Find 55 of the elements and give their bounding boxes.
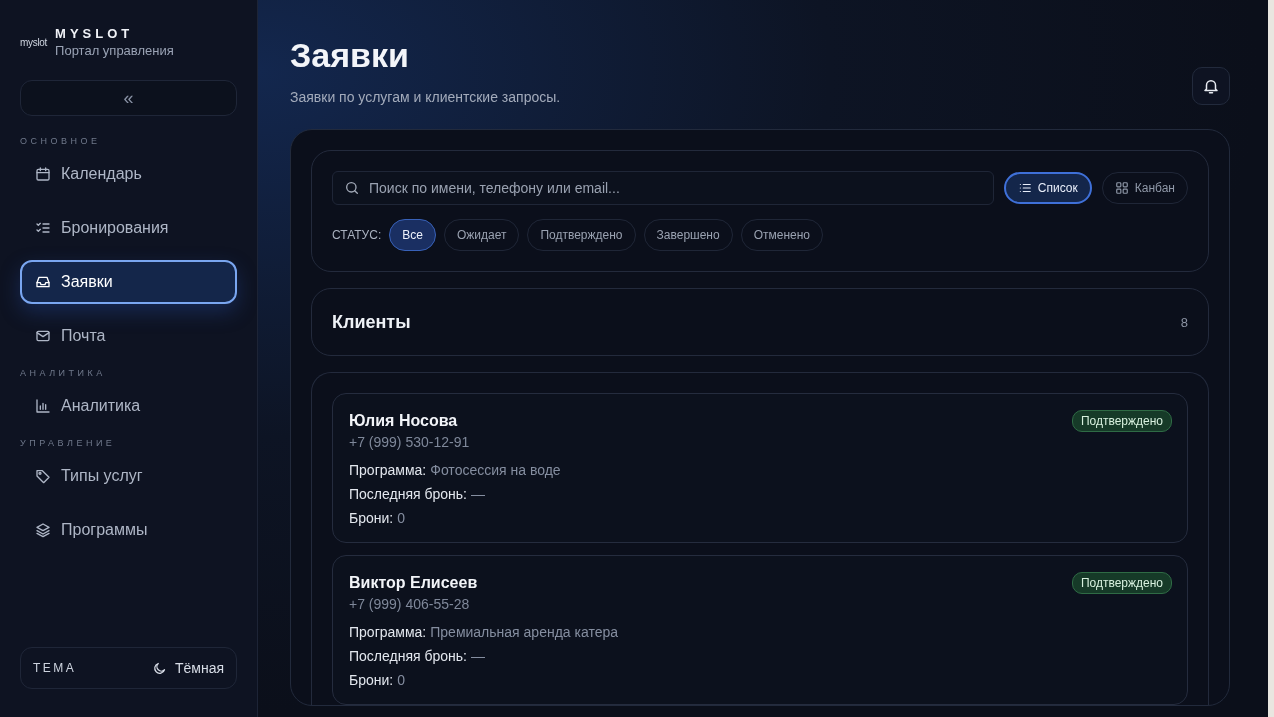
client-name: Виктор Елисеев (349, 574, 478, 592)
nav-item[interactable]: Календарь (20, 152, 237, 196)
nav-item[interactable]: Аналитика (20, 384, 237, 428)
brand-subtitle: Портал управления (55, 43, 174, 58)
calendar-icon (35, 166, 51, 182)
tag-icon (35, 468, 51, 484)
status-chip[interactable]: Все (389, 219, 436, 251)
field-value: 0 (397, 672, 405, 688)
field-value: — (470, 648, 485, 664)
notifications-button[interactable] (1192, 67, 1230, 105)
field-label: Программа: (349, 462, 427, 478)
checklist-icon (35, 220, 51, 236)
client-card[interactable]: Юлия Носова +7 (999) 530-12-91 Программа: Фотосессия на воде Последняя бронь: — Брони: 0 Подтверждено (332, 393, 1188, 543)
nav-item[interactable]: Типы услуг (20, 454, 237, 498)
bell-icon (1202, 77, 1220, 95)
nav-item[interactable]: Заявки (20, 260, 237, 304)
section-heading: ОСНОВНОЕ (20, 136, 102, 146)
field-value: — (470, 486, 485, 502)
grid-icon (1114, 181, 1129, 195)
brand-name: MYSLOT (55, 26, 135, 41)
mail-icon (35, 328, 51, 344)
theme-button[interactable]: ТЕМА Тёмная (20, 647, 237, 689)
bar-chart-icon (35, 398, 51, 414)
field-value: Фотосессия на воде (430, 462, 561, 478)
field-label: Брони: (349, 672, 394, 688)
nav-item[interactable]: Программы (20, 508, 237, 552)
client-name: Юлия Носова (349, 412, 458, 430)
inbox-icon (35, 274, 51, 290)
client-count: 8 (1180, 314, 1188, 330)
client-phone: +7 (999) 406-55-28 (349, 596, 471, 612)
section-heading: УПРАВЛЕНИЕ (20, 438, 117, 448)
field-label: Последняя бронь: (349, 486, 467, 502)
field-value: Премиальная аренда катера (430, 624, 619, 640)
section-heading: АНАЛИТИКА (20, 368, 107, 378)
nav-item[interactable]: Почта (20, 314, 237, 358)
page-title: Заявки (290, 36, 410, 75)
field-value: 0 (397, 510, 405, 526)
section-title: Клиенты (332, 311, 411, 333)
list-icon (1017, 181, 1032, 195)
client-phone: +7 (999) 530-12-91 (349, 434, 471, 450)
field-label: Программа: (349, 624, 427, 640)
filter-label: СТАТУС: (332, 228, 382, 242)
search-field[interactable]: Поиск по имени, телефону или email... (332, 171, 994, 205)
status-badge: Подтверждено (1071, 572, 1172, 594)
page-subtitle: Заявки по услугам и клиентские запросы. (290, 89, 561, 105)
field-label: Брони: (349, 510, 394, 526)
field-label: Последняя бронь: (349, 648, 467, 664)
collapse-button[interactable]: « (20, 80, 237, 116)
status-badge: Подтверждено (1071, 410, 1172, 432)
nav-item[interactable]: Бронирования (20, 206, 237, 250)
view-tab[interactable]: Список (1003, 172, 1092, 204)
layers-icon (35, 522, 51, 538)
moon-icon (151, 660, 167, 676)
client-card[interactable]: Виктор Елисеев +7 (999) 406-55-28 Программа: Премиальная аренда катера Последняя бронь: — Брони: 0 Подтверждено (332, 555, 1188, 705)
brand-logo: myslot (20, 36, 48, 48)
